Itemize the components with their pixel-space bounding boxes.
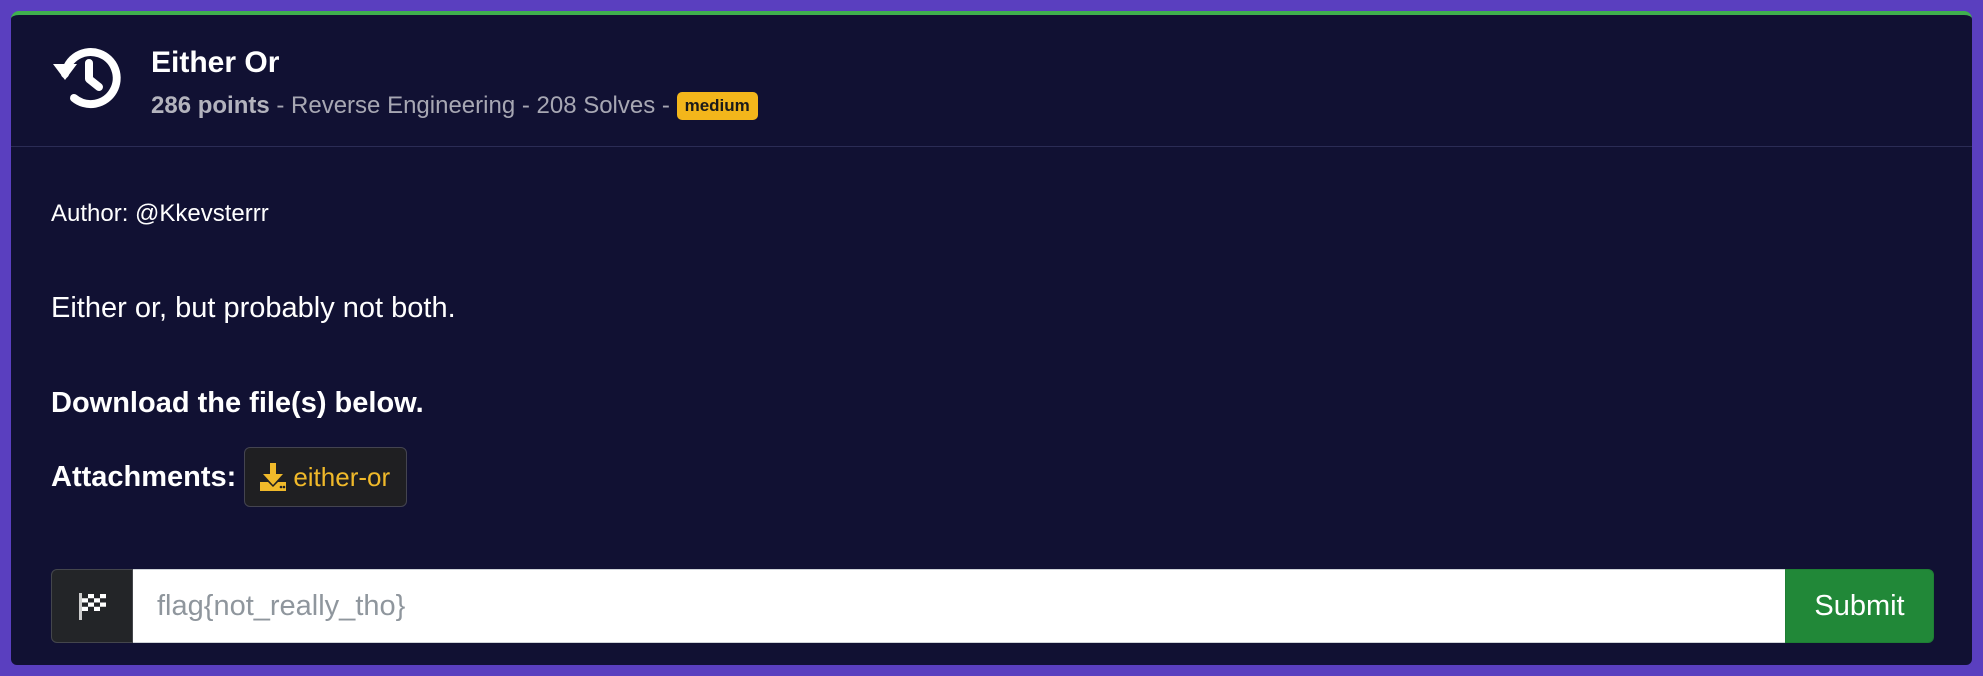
challenge-card: Either Or 286 points - Reverse Engineeri… [11,11,1972,665]
author-line: Author: @Kkevsterrr [51,200,269,227]
attachment-download-button[interactable]: either-or [244,447,408,507]
challenge-header: Either Or 286 points - Reverse Engineeri… [11,15,1972,147]
points-value: 286 points [151,92,270,119]
download-instruction: Download the file(s) below. [51,387,424,419]
attachments-row: Attachments: either-or [51,447,408,507]
checkered-flag-icon [79,593,106,620]
flag-input[interactable] [133,569,1785,643]
attachment-filename: either-or [293,461,391,492]
challenge-title: Either Or [151,46,280,79]
category-solves: - Reverse Engineering - 208 Solves - [269,92,677,119]
challenge-description: Either or, but probably not both. [51,292,456,324]
history-icon [53,48,121,109]
download-icon [260,463,287,491]
submit-button[interactable]: Submit [1785,569,1934,643]
attachments-label: Attachments: [51,460,237,493]
flag-input-addon [51,569,133,643]
difficulty-badge: medium [676,92,758,120]
challenge-meta: 286 points - Reverse Engineering - 208 S… [151,89,758,123]
flag-submit-form: Submit [51,569,1934,643]
